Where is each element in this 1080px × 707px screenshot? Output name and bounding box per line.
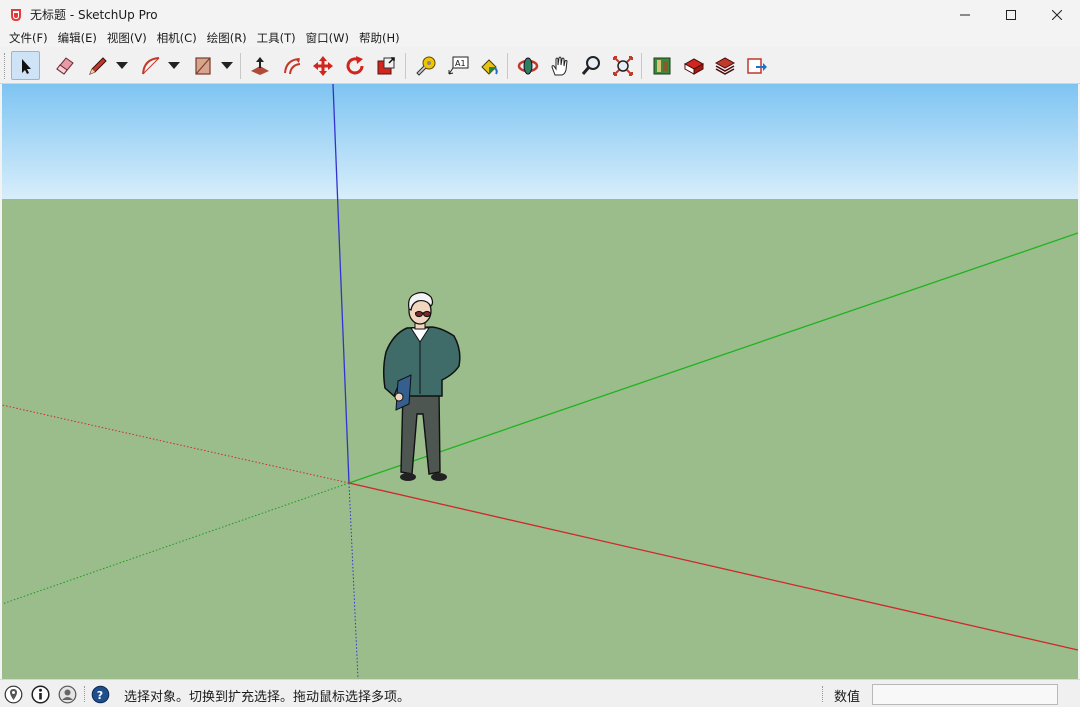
offset-icon xyxy=(283,57,300,74)
send-to-layout-tool-button[interactable] xyxy=(742,51,771,80)
text-tool-button[interactable]: A1 xyxy=(443,51,472,80)
arrow-pointer-icon xyxy=(21,58,31,74)
text-tool-label: A1 xyxy=(455,59,466,68)
maximize-icon xyxy=(1006,9,1016,20)
paint-bucket-tool-button[interactable] xyxy=(474,51,503,80)
rotate-tool-button[interactable] xyxy=(340,51,369,80)
status-separator xyxy=(822,686,823,702)
line-tool-dropdown[interactable] xyxy=(115,59,129,73)
scale-tool-button[interactable] xyxy=(371,51,400,80)
credits-button[interactable] xyxy=(30,684,50,704)
arc-tool-button[interactable] xyxy=(136,51,165,80)
push-pull-tool-button[interactable] xyxy=(245,51,274,80)
menu-camera[interactable]: 相机(C) xyxy=(152,29,202,47)
menu-file[interactable]: 文件(F) xyxy=(4,29,53,47)
arc-icon xyxy=(141,56,159,74)
orbit-icon xyxy=(517,57,538,74)
menu-view[interactable]: 视图(V) xyxy=(102,29,152,47)
toolbar-separator xyxy=(405,53,406,79)
status-message: 选择对象。切换到扩充选择。拖动鼠标选择多项。 xyxy=(124,690,411,705)
sky xyxy=(2,84,1078,199)
window-title: 无标题 - SketchUp Pro xyxy=(30,8,158,22)
scale-icon xyxy=(377,56,395,74)
sketchup-logo-icon xyxy=(8,7,24,23)
3d-warehouse-icon xyxy=(653,57,670,74)
menu-window[interactable]: 窗口(W) xyxy=(301,29,354,47)
menu-draw[interactable]: 绘图(R) xyxy=(202,29,252,47)
zoom-extents-tool-button[interactable] xyxy=(608,51,637,80)
line-tool-button[interactable] xyxy=(83,51,112,80)
ground xyxy=(2,199,1078,679)
text-label-icon: A1 xyxy=(448,56,468,74)
rotate-icon xyxy=(346,55,363,74)
zoom-tool-button[interactable] xyxy=(576,51,605,80)
window-controls xyxy=(942,0,1080,29)
send-to-layout-icon xyxy=(746,57,767,74)
push-pull-icon xyxy=(250,56,269,75)
tape-measure-icon xyxy=(415,56,435,76)
drawing-area[interactable] xyxy=(2,84,1078,679)
chevron-down-icon xyxy=(221,62,233,69)
warehouse-tool-button[interactable] xyxy=(647,51,676,80)
extension-warehouse-tool-button[interactable] xyxy=(679,51,708,80)
minimize-button[interactable] xyxy=(942,0,988,29)
arc-tool-dropdown[interactable] xyxy=(167,59,181,73)
status-bar: ? 选择对象。切换到扩充选择。拖动鼠标选择多项。 数值 xyxy=(0,679,1080,707)
toolbar-separator xyxy=(507,53,508,79)
user-account-button[interactable] xyxy=(57,684,77,704)
minimize-icon xyxy=(960,14,970,15)
tape-measure-tool-button[interactable] xyxy=(411,51,440,80)
maximize-button[interactable] xyxy=(988,0,1034,29)
help-button[interactable]: ? xyxy=(90,684,110,704)
layout-icon xyxy=(714,56,735,75)
chevron-down-icon xyxy=(116,62,128,69)
scene-canvas[interactable] xyxy=(2,84,1078,679)
orbit-tool-button[interactable] xyxy=(513,51,542,80)
svg-text:?: ? xyxy=(96,689,102,702)
menu-edit[interactable]: 编辑(E) xyxy=(53,29,102,47)
hand-icon xyxy=(550,56,568,75)
menu-bar: 文件(F) 编辑(E) 视图(V) 相机(C) 绘图(R) 工具(T) 窗口(W… xyxy=(0,29,1080,47)
measurements-input[interactable] xyxy=(872,684,1058,705)
move-icon xyxy=(312,55,333,76)
eraser-icon xyxy=(55,56,74,75)
title-bar: 无标题 - SketchUp Pro xyxy=(0,0,1080,29)
geo-location-icon xyxy=(4,685,22,703)
credits-icon xyxy=(30,684,50,704)
select-tool-button[interactable] xyxy=(11,51,40,80)
magnifier-icon xyxy=(581,55,600,75)
layout-tool-button[interactable] xyxy=(710,51,739,80)
zoom-extents-icon xyxy=(612,55,633,76)
paint-bucket-icon xyxy=(480,58,498,75)
pan-tool-button[interactable] xyxy=(545,51,574,80)
rectangle-tool-dropdown[interactable] xyxy=(220,59,234,73)
menu-tools[interactable]: 工具(T) xyxy=(252,29,301,47)
toolbar-separator xyxy=(641,53,642,79)
move-tool-button[interactable] xyxy=(308,51,337,80)
pencil-icon xyxy=(88,56,107,75)
offset-tool-button[interactable] xyxy=(277,51,306,80)
rectangle-tool-button[interactable] xyxy=(188,51,217,80)
getting-started-toolbar: A1 xyxy=(0,47,1080,84)
user-icon xyxy=(58,685,76,703)
close-button[interactable] xyxy=(1034,0,1080,29)
measurements-label: 数值 xyxy=(834,690,861,705)
status-separator xyxy=(84,686,85,702)
rectangle-icon xyxy=(194,56,211,75)
extension-warehouse-icon xyxy=(683,57,704,75)
chevron-down-icon xyxy=(168,62,180,69)
eraser-tool-button[interactable] xyxy=(50,51,79,80)
geo-location-button[interactable] xyxy=(3,684,23,704)
menu-help[interactable]: 帮助(H) xyxy=(354,29,405,47)
toolbar-separator xyxy=(240,53,241,79)
toolbar-grip[interactable] xyxy=(4,53,7,79)
help-icon: ? xyxy=(91,685,109,703)
close-icon xyxy=(1052,9,1062,20)
